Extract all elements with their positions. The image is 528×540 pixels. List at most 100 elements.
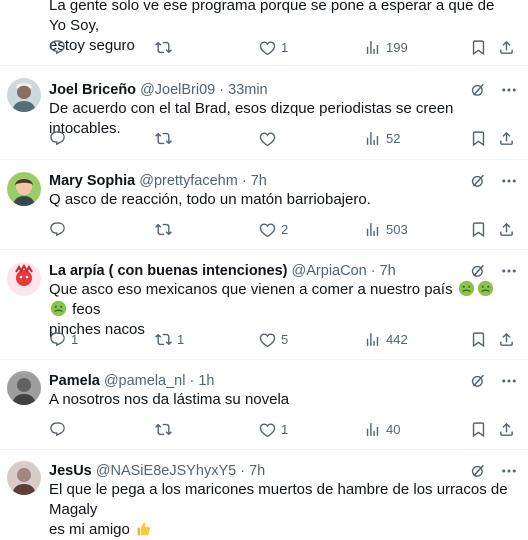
thumbs-up-emoji: [135, 520, 152, 537]
avatar[interactable]: [7, 262, 41, 296]
share-button[interactable]: [498, 219, 515, 239]
like-button[interactable]: 1: [259, 419, 288, 439]
tweet-actions: 1 1 5 442: [0, 329, 528, 349]
share-button[interactable]: [498, 128, 515, 148]
tweet-5[interactable]: JesUs @NASiE8eJSYhyxY5 · 7h El que le pe…: [0, 450, 528, 540]
share-icon: [498, 421, 515, 438]
more-icon[interactable]: [500, 262, 518, 280]
grok-icon[interactable]: [470, 263, 486, 279]
like-button[interactable]: 2: [259, 219, 288, 239]
reply-button[interactable]: [49, 219, 71, 239]
reply-icon: [49, 39, 66, 56]
share-button[interactable]: [498, 37, 515, 57]
more-icon[interactable]: [500, 462, 518, 480]
heart-icon: [259, 221, 276, 238]
author-handle[interactable]: @NASiE8eJSYhyxY5: [96, 463, 236, 479]
reply-button[interactable]: 1: [49, 329, 78, 349]
bookmark-button[interactable]: [470, 329, 487, 349]
timestamp[interactable]: 1h: [198, 373, 214, 389]
tweet-actions: 1 199: [0, 37, 528, 57]
retweet-icon: [155, 39, 172, 56]
reply-icon: [49, 421, 66, 438]
tweet-actions: 1 40: [0, 419, 528, 439]
author-handle[interactable]: @JoelBri09: [140, 82, 215, 98]
views-button[interactable]: 199: [364, 37, 408, 57]
share-icon: [498, 331, 515, 348]
grok-icon[interactable]: [470, 463, 486, 479]
more-icon[interactable]: [500, 81, 518, 99]
bookmark-icon: [470, 39, 487, 56]
retweet-button[interactable]: [155, 128, 177, 148]
author-name[interactable]: La arpía ( con buenas intenciones): [49, 263, 288, 279]
avatar[interactable]: [7, 78, 41, 112]
like-button[interactable]: 1: [259, 37, 288, 57]
avatar[interactable]: [7, 371, 41, 405]
retweet-button[interactable]: [155, 419, 177, 439]
bookmark-button[interactable]: [470, 219, 487, 239]
retweet-icon: [155, 421, 172, 438]
reply-icon: [49, 130, 66, 147]
reply-button[interactable]: [49, 419, 71, 439]
tweet-actions: 52: [0, 128, 528, 148]
tweet-2[interactable]: Mary Sophia @prettyfacehm · 7h Q asco de…: [0, 160, 528, 250]
reply-button[interactable]: [49, 128, 71, 148]
retweet-button[interactable]: [155, 219, 177, 239]
timestamp[interactable]: 7h: [249, 463, 265, 479]
author-handle[interactable]: @prettyfacehm: [139, 173, 238, 189]
reply-icon: [49, 331, 66, 348]
tweet-4[interactable]: Pamela @pamela_nl · 1h A nosotros nos da…: [0, 360, 528, 450]
retweet-icon: [155, 130, 172, 147]
retweet-button[interactable]: [155, 37, 177, 57]
bookmark-icon: [470, 421, 487, 438]
tweet-0[interactable]: La gente solo ve ese programa porque se …: [0, 0, 528, 66]
avatar[interactable]: [7, 461, 41, 495]
views-icon: [364, 130, 381, 147]
retweet-button[interactable]: 1: [155, 329, 184, 349]
bookmark-button[interactable]: [470, 37, 487, 57]
timestamp[interactable]: 7h: [251, 173, 267, 189]
views-icon: [364, 39, 381, 56]
grok-icon[interactable]: [470, 82, 486, 98]
bookmark-icon: [470, 221, 487, 238]
author-name[interactable]: Joel Briceño: [49, 82, 136, 98]
like-button[interactable]: [259, 128, 281, 148]
author-handle[interactable]: @pamela_nl: [104, 373, 186, 389]
reply-icon: [49, 221, 66, 238]
tweet-3[interactable]: La arpía ( con buenas intenciones) @Arpi…: [0, 250, 528, 360]
heart-icon: [259, 421, 276, 438]
grok-icon[interactable]: [470, 373, 486, 389]
bookmark-button[interactable]: [470, 419, 487, 439]
tweet-actions: 2 503: [0, 219, 528, 239]
tweet-1[interactable]: Joel Briceño @JoelBri09 · 33min De acuer…: [0, 66, 528, 160]
bookmark-icon: [470, 130, 487, 147]
author-name[interactable]: Pamela: [49, 373, 100, 389]
bookmark-button[interactable]: [470, 128, 487, 148]
tweet-header: Mary Sophia @prettyfacehm · 7h: [49, 173, 267, 189]
heart-icon: [259, 130, 276, 147]
share-button[interactable]: [498, 329, 515, 349]
views-button[interactable]: 442: [364, 329, 408, 349]
timestamp[interactable]: 7h: [380, 263, 396, 279]
share-icon: [498, 39, 515, 56]
reply-button[interactable]: [49, 37, 71, 57]
share-button[interactable]: [498, 419, 515, 439]
more-icon[interactable]: [500, 172, 518, 190]
author-handle[interactable]: @ArpiaCon: [292, 263, 367, 279]
bookmark-icon: [470, 331, 487, 348]
tweet-header: JesUs @NASiE8eJSYhyxY5 · 7h: [49, 463, 266, 479]
like-button[interactable]: 5: [259, 329, 288, 349]
views-icon: [364, 421, 381, 438]
views-button[interactable]: 40: [364, 419, 400, 439]
views-button[interactable]: 52: [364, 128, 400, 148]
tweet-header: Pamela @pamela_nl · 1h: [49, 373, 215, 389]
more-icon[interactable]: [500, 372, 518, 390]
views-button[interactable]: 503: [364, 219, 408, 239]
avatar[interactable]: [7, 172, 41, 206]
timestamp[interactable]: 33min: [228, 82, 268, 98]
share-icon: [498, 130, 515, 147]
nauseated-face-emoji: [50, 300, 67, 317]
views-icon: [364, 331, 381, 348]
author-name[interactable]: JesUs: [49, 463, 92, 479]
grok-icon[interactable]: [470, 173, 486, 189]
author-name[interactable]: Mary Sophia: [49, 173, 135, 189]
